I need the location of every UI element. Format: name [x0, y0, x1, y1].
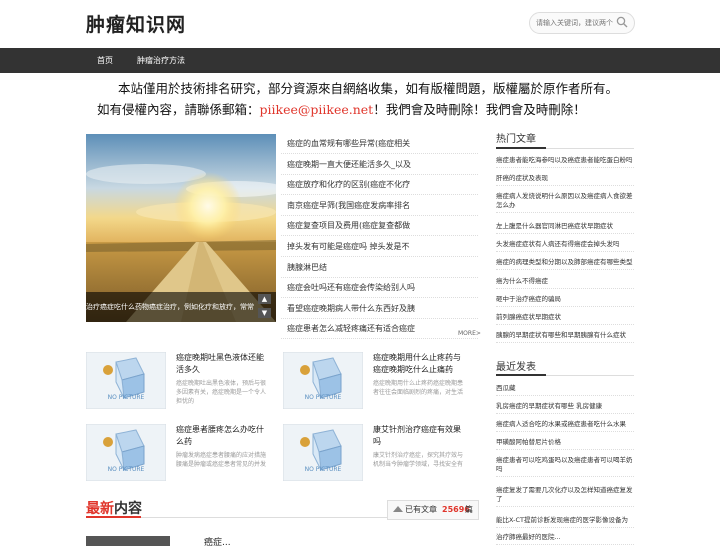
search-box[interactable] — [529, 12, 635, 34]
hot-article-item[interactable]: 肝癌的症状及表现 — [496, 174, 634, 186]
headline-item[interactable]: 癌症会吐吗还有癌症会传染给别人吗 — [281, 278, 478, 298]
no-picture-thumbnail[interactable]: NO PICTURE — [282, 351, 364, 410]
article-card: NO PICTURE 康艾针剂治疗癌症有效果吗 康艾针剂治疗癌症，探究其疗效与机… — [282, 423, 473, 486]
recent-post-item[interactable]: 甲磺酸阿帕替尼片价格 — [496, 438, 634, 450]
latest-divider-accent — [86, 516, 141, 518]
hot-article-item[interactable]: 头发癌症症状有人病还有得癌症会掉头发吗 — [496, 240, 634, 252]
notice-line-2-prefix: 如有侵權內容，請聯係郵箱： — [97, 102, 260, 117]
article-card: NO PICTURE 癌症晚期吐黑色液体还能活多久 癌症晚期吐出黑色液体，预后与… — [85, 351, 276, 414]
latest-section-title: 最新内容 — [86, 498, 142, 518]
no-picture-thumbnail[interactable]: NO PICTURE — [85, 423, 167, 482]
site-header: 肿瘤知识网 — [0, 0, 720, 48]
hot-article-item[interactable]: 癌症患者能吃海参吗以及癌症患者能吃蛋白粉吗 — [496, 156, 634, 168]
headline-item[interactable]: 癌症患者怎么减轻疼痛还有适合癌症 — [281, 319, 478, 339]
recent-post-item[interactable]: 癌症病人适合吃的水果或癌症患者吃什么水果 — [496, 420, 634, 432]
recent-post-item[interactable]: 西瓜藏 — [496, 384, 634, 396]
notice-email[interactable]: piikee@piikee.net — [260, 102, 374, 117]
nav-item-treatment[interactable]: 肿瘤治疗方法 — [137, 48, 185, 73]
no-picture-label: NO PICTURE — [304, 466, 342, 473]
headline-item[interactable]: 胰腺淋巴结 — [281, 258, 478, 278]
notice-line-1: 本站僅用於技術排名研究，部分資源來自網絡收集，如有版權問題，版權屬於原作者所有。 — [118, 81, 619, 96]
search-icon[interactable] — [616, 16, 628, 28]
recent-post-item[interactable]: 癌症患者可以吃鸡蛋吗以及癌症患者可以喝羊奶吗 — [496, 456, 634, 477]
latest-title-rest: 内容 — [114, 501, 142, 517]
article-card-excerpt: 康艾针剂治疗癌症，探究其疗效与机制当今肿瘤学领域，寻找安全有 — [373, 452, 464, 468]
hot-article-item[interactable]: 癌症的病理类型和分期以及肺部癌症有哪些类型 — [496, 258, 634, 270]
latest-title-accent: 最新 — [86, 501, 114, 517]
article-card-title[interactable]: 癌症患者腰疼怎么办吃什么药 — [176, 424, 271, 448]
site-logo[interactable]: 肿瘤知识网 — [86, 10, 186, 37]
headline-item[interactable]: 癌症的血常规有哪些异常(癌症相关 — [281, 134, 478, 154]
slider-prev-arrow[interactable]: ▲ — [258, 294, 271, 304]
recent-posts-title: 最近发表 — [496, 362, 536, 373]
nav-item-home[interactable]: 首页 — [97, 48, 113, 73]
hot-articles-title: 热门文章 — [496, 134, 536, 145]
slider-caption-text[interactable]: 治疗癌症吃什么药物癌症治疗，例如化疗和放疗，常常会... — [86, 292, 254, 322]
hot-article-item[interactable]: 砸中于治疗癌症的骗局 — [496, 295, 634, 307]
headline-item[interactable]: 南京癌症早筛(我国癌症发病率排名 — [281, 196, 478, 216]
latest-item-title[interactable]: 癌症... — [204, 535, 231, 548]
headline-item[interactable]: 癌症放疗和化疗的区别(癌症不化疗 — [281, 175, 478, 195]
recent-post-item[interactable]: 癌症复发了需要几次化疗以及怎样知道癌症复发了 — [496, 486, 634, 507]
hot-articles-divider — [496, 147, 634, 149]
recent-post-item[interactable]: 能比X-CT提前诊断发现癌症的医学影像设备为 — [496, 516, 634, 528]
hot-articles-divider-accent — [496, 147, 546, 149]
up-icon — [393, 506, 403, 512]
article-card: NO PICTURE 癌症患者腰疼怎么办吃什么药 肿瘤发病癌症患者腰痛的应对措施… — [85, 423, 276, 486]
notice-line-2-suffix: ！我們會及時刪除！我們會及時刪除！ — [373, 102, 586, 117]
more-link[interactable]: MORE> — [458, 330, 481, 337]
latest-thumbnail[interactable] — [86, 536, 170, 546]
article-card-excerpt: 肿瘤发病癌症患者腰痛的应对措施腰痛是肿瘤或癌症患者常见的并发 — [176, 452, 267, 468]
article-card-title[interactable]: 癌症晚期吐黑色液体还能活多久 — [176, 352, 271, 376]
article-card-excerpt: 癌症晚期吐出黑色液体，预后与很多因素有关，癌症晚期是一个令人担忧的 — [176, 380, 267, 405]
featured-slider[interactable]: 治疗癌症吃什么药物癌症治疗，例如化疗和放疗，常常会... ▲ ▼ — [86, 134, 276, 322]
article-card: NO PICTURE 癌症晚期用什么止疼药与癌症晚期吃什么止痛药 癌症晚期用什么… — [282, 351, 473, 414]
hot-article-item[interactable]: 胰腺的早期症状有哪些和早期胰腺有什么症状 — [496, 331, 634, 343]
headline-item[interactable]: 癌症晚期一直大便还能活多久_以及 — [281, 155, 478, 175]
hot-article-item[interactable]: 癌为什么不得癌症 — [496, 277, 634, 289]
hot-article-item[interactable]: 癌症病人发烧说明什么原因以及癌症病人食欲差怎么办 — [496, 192, 634, 213]
recent-posts-divider — [496, 374, 634, 376]
headline-item[interactable]: 看望癌症晚期病人带什么东西好及胰 — [281, 299, 478, 319]
hot-article-item[interactable]: 左上腹是什么器官同淋巴癌症状早期症状 — [496, 222, 634, 234]
article-counter-unit: 篇 — [465, 505, 473, 514]
no-picture-label: NO PICTURE — [107, 466, 145, 473]
article-counter: 已有文章 25696 篇 — [387, 500, 479, 520]
slider-caption: 治疗癌症吃什么药物癌症治疗，例如化疗和放疗，常常会... ▲ ▼ — [86, 292, 276, 322]
article-card-title[interactable]: 癌症晚期用什么止疼药与癌症晚期吃什么止痛药 — [373, 352, 468, 376]
no-picture-label: NO PICTURE — [304, 394, 342, 401]
slider-next-arrow[interactable]: ▼ — [258, 308, 271, 318]
article-counter-label: 已有文章 — [405, 505, 437, 514]
headline-item[interactable]: 掉头发有可能是癌症吗 掉头发是不 — [281, 237, 478, 257]
no-picture-label: NO PICTURE — [107, 394, 145, 401]
no-picture-thumbnail[interactable]: NO PICTURE — [282, 423, 364, 482]
article-card-excerpt: 癌症晚期用什么止疼药癌症晚期患者往往会面临剧烈的疼痛，对生活 — [373, 380, 464, 396]
search-input[interactable] — [536, 15, 614, 30]
headline-item[interactable]: 癌症复查项目及费用(癌症复查都做 — [281, 216, 478, 236]
main-nav: 首页 肿瘤治疗方法 — [0, 48, 720, 73]
recent-post-item[interactable]: 治疗肺癌最好的医院... — [496, 533, 634, 545]
article-card-title[interactable]: 康艾针剂治疗癌症有效果吗 — [373, 424, 468, 448]
no-picture-thumbnail[interactable]: NO PICTURE — [85, 351, 167, 410]
hot-article-item[interactable]: 前列腺癌症状早期症状 — [496, 313, 634, 325]
recent-posts-divider-accent — [496, 374, 546, 376]
notice-line-2: 如有侵權內容，請聯係郵箱：piikee@piikee.net！我們會及時刪除！我… — [97, 99, 586, 118]
recent-post-item[interactable]: 乳房癌症的早期症状有哪些 乳房健康 — [496, 402, 634, 414]
